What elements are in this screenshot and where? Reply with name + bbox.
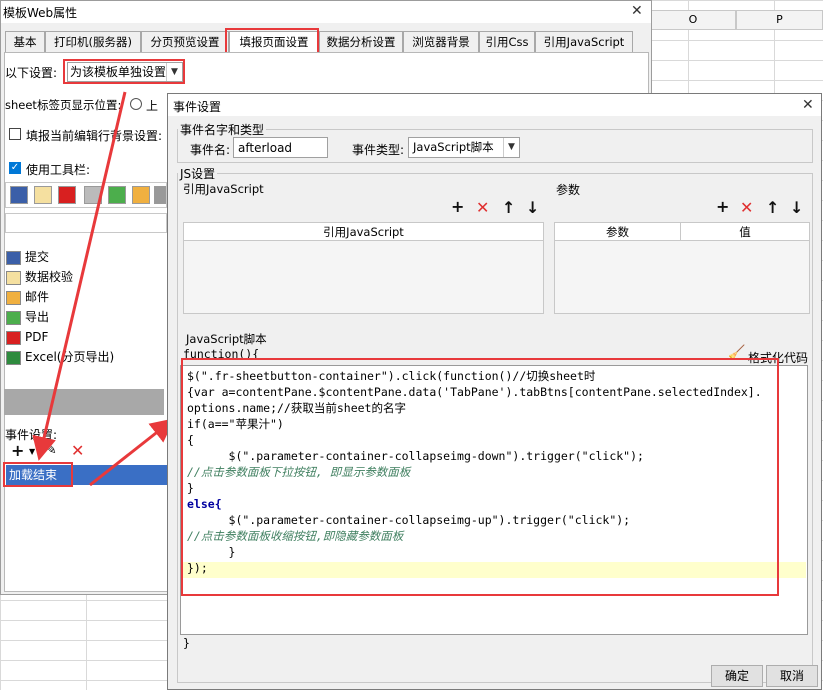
arrow-up-icon[interactable]: ↑ (502, 198, 515, 217)
type-label: 事件类型: (352, 143, 405, 157)
close-icon[interactable]: ✕ (802, 97, 814, 113)
value-column-header[interactable]: 值 (681, 223, 809, 241)
arrow-to-event (32, 91, 127, 461)
js-settings-label: JS设置 (178, 165, 218, 182)
function-close: } (183, 636, 190, 650)
arrow-up-icon[interactable]: ↑ (766, 198, 779, 217)
event-name-input[interactable]: afterload (233, 137, 328, 158)
params-label: 参数 (556, 183, 581, 197)
dialog-title-bar: 事件设置 ✕ (168, 94, 821, 116)
ref-js-label: 引用JavaScript (183, 182, 264, 196)
ref-js-column-header[interactable]: 引用JavaScript (184, 223, 543, 241)
chevron-down-icon: ▼ (503, 138, 519, 157)
event-type-value: JavaScript脚本 (413, 140, 494, 154)
script-label: JavaScript脚本 (186, 332, 267, 346)
param-column-header[interactable]: 参数 (555, 223, 681, 241)
name-label: 事件名: (190, 143, 231, 157)
arrow-to-dialog (89, 418, 175, 487)
event-type-select[interactable]: JavaScript脚本 ▼ (408, 137, 520, 158)
params-table[interactable]: 参数 值 (554, 222, 810, 314)
ref-js-table[interactable]: 引用JavaScript (183, 222, 544, 314)
add-icon[interactable]: + (716, 197, 729, 216)
delete-icon[interactable]: ✕ (476, 198, 489, 217)
delete-icon[interactable]: ✕ (740, 198, 753, 217)
dialog-title: 事件设置 (173, 100, 222, 114)
add-icon[interactable]: + (451, 197, 464, 216)
cancel-button[interactable]: 取消 (766, 665, 818, 687)
ok-button[interactable]: 确定 (711, 665, 763, 687)
arrow-down-icon[interactable]: ↓ (526, 198, 539, 217)
event-name-group-label: 事件名字和类型 (178, 121, 267, 138)
highlight-code (181, 358, 779, 596)
arrow-down-icon[interactable]: ↓ (790, 198, 803, 217)
